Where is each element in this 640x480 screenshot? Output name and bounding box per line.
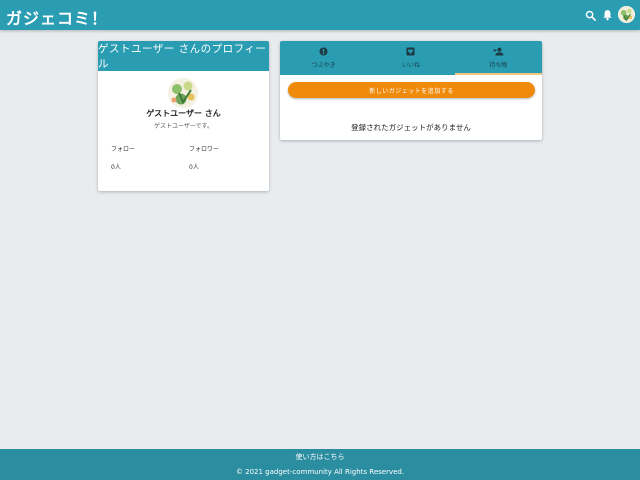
profile-avatar [168, 78, 198, 108]
tab-label: いいね [401, 62, 420, 69]
app-bar: ガジェコミ！ [0, 0, 640, 30]
tab-belongings[interactable]: 持ち物 [454, 41, 542, 75]
bell-icon[interactable] [600, 8, 614, 22]
tab-label: つぶやき [311, 62, 336, 69]
search-icon[interactable] [583, 8, 597, 22]
app-title[interactable]: ガジェコミ！ [6, 5, 108, 29]
follower-count[interactable]: 0人 [189, 162, 199, 171]
gadget-card: つぶやき いいね 持ち物 新しいガジェットを追加する 登録されたガジェットがあり… [280, 41, 542, 140]
follow-label[interactable]: フォロー [111, 144, 135, 153]
add-gadget-button[interactable]: 新しいガジェットを追加する [288, 82, 535, 98]
avatar-illustration [168, 78, 198, 108]
profile-card: ゲストユーザー さんのプロフィール ゲストユーザー さん ゲストユーザーです。 … [98, 41, 269, 191]
copyright-text: © 2021 gadget-community All Rights Reser… [235, 468, 405, 476]
heart-icon [406, 47, 416, 56]
tab-label: 持ち物 [489, 62, 508, 69]
follower-label[interactable]: フォロワー [189, 144, 219, 153]
tab-tweets[interactable]: つぶやき [280, 41, 367, 75]
follow-count[interactable]: 0人 [111, 162, 121, 171]
user-avatar[interactable] [618, 6, 635, 23]
empty-message: 登録されたガジェットがありません [351, 123, 471, 132]
comment-icon [319, 47, 328, 56]
tab-likes[interactable]: いいね [367, 41, 454, 75]
profile-tabs: つぶやき いいね 持ち物 [280, 41, 542, 75]
footer: 使い方はこちら © 2021 gadget-community All Righ… [0, 449, 640, 480]
avatar-illustration [618, 6, 635, 23]
profile-heading: ゲストユーザー さんのプロフィール [98, 41, 269, 71]
profile-bio: ゲストユーザーです。 [154, 123, 213, 130]
user-add-icon [493, 47, 504, 56]
profile-name: ゲストユーザー さん [146, 109, 221, 118]
how-to-use-link[interactable]: 使い方はこちら [0, 452, 640, 462]
